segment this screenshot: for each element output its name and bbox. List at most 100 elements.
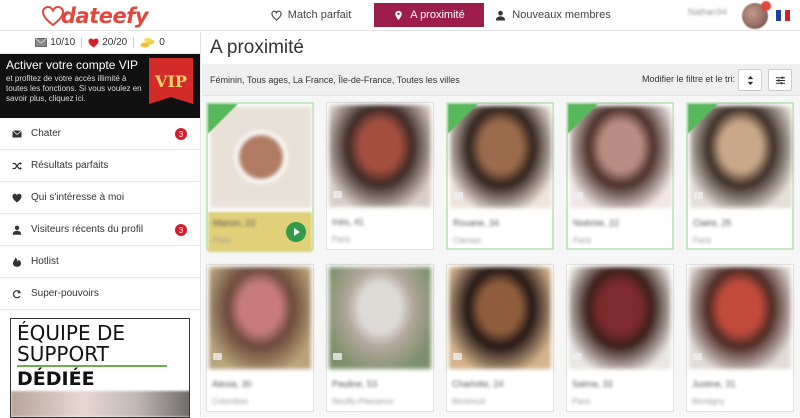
sidebar-menu: Chater 3 Résultats parfaits Qui s'intére… [0,118,200,310]
profile-city: Paris [213,236,232,245]
heart-icon [12,193,22,202]
profile-photo[interactable] [569,267,671,369]
camera-icon [454,192,463,199]
sidebar-item-super-pouvoirs[interactable]: Super-pouvoirs [0,278,200,310]
profile-city: Neuilly-Plaisance [332,397,394,406]
nav-label: A proximité [410,9,465,21]
profile-card[interactable]: Inès, 41 Paris [326,102,434,250]
new-member-ribbon [448,104,478,134]
nav-nouveaux-membres[interactable]: Nouveaux membres [492,3,614,27]
profile-name: Charlotte, 24 [452,379,504,389]
nav-match-parfait[interactable]: Match parfait [255,3,367,27]
nav-a-proximite[interactable]: A proximité [374,3,484,27]
sidebar-item-label: Super-pouvoirs [31,288,99,299]
sidebar-item-chater[interactable]: Chater 3 [0,118,200,150]
logo-text: dateefy [61,4,149,28]
play-icon[interactable] [286,222,306,242]
profile-card[interactable]: Pauline, 53 Neuilly-Plaisance [326,264,434,412]
camera-icon [333,191,342,198]
profile-card[interactable]: Alexia, 30 Colombes [206,264,314,412]
profile-photo[interactable] [329,267,431,369]
french-flag-icon[interactable] [776,10,791,21]
profile-card[interactable]: Claire, 25 Paris [686,102,794,250]
profile-city: Montreuil [452,397,485,406]
like-stat[interactable]: 20/20 [82,37,135,48]
heart-icon [88,37,99,48]
profile-photo[interactable] [449,267,551,369]
person-icon [496,10,506,21]
stat-value: 10/10 [50,37,76,48]
camera-icon [573,353,582,360]
profile-card[interactable]: Manon, 22 Paris [206,102,314,252]
refresh-icon [12,289,21,298]
profile-city: Paris [573,236,592,245]
profile-card[interactable]: Justine, 31 Montigny [686,264,794,412]
profile-name: Salma, 33 [572,379,613,389]
stats-bar: 10/10 20/20 0 [0,32,200,54]
profile-name: Roxane, 34 [453,218,500,228]
profile-card[interactable]: Roxane, 34 Clamart [446,102,554,250]
person-icon [12,225,22,235]
envelope-icon [12,129,22,137]
sidebar-item-visiteurs[interactable]: Visiteurs récents du profil 3 [0,214,200,246]
sidebar-item-label: Qui s'intéresse à moi [31,192,125,203]
profile-city: Colombes [212,397,249,406]
main-content: A proximité Féminin, Tous ages, La Franc… [202,32,800,417]
stat-value: 20/20 [102,37,128,48]
sidebar-item-hotlist[interactable]: Hotlist [0,246,200,278]
dateefy-logo[interactable]: dateefy [42,4,149,28]
profile-city: Paris [693,236,712,245]
sort-icon [747,75,753,85]
sidebar-item-qui-sinteresse[interactable]: Qui s'intéresse à moi [0,182,200,214]
camera-icon [694,192,703,199]
profile-city: Montigny [692,397,725,406]
stat-value: 0 [159,37,165,48]
shuffle-icon [12,161,22,170]
filter-settings-button[interactable] [768,69,792,91]
profile-name: Manon, 22 [213,218,256,228]
camera-icon [574,192,583,199]
profile-name: Inès, 41 [332,217,365,227]
vip-banner[interactable]: Activer votre compte VIP et profitez de … [0,54,200,118]
sidebar-item-label: Résultats parfaits [31,160,109,171]
profile-city: Clamart [453,236,482,245]
profile-card[interactable]: Salma, 33 Paris [566,264,674,412]
username[interactable]: Nathan94 [688,7,727,17]
profile-card[interactable]: Charlotte, 24 Montreuil [446,264,554,412]
profile-name: Alexia, 30 [212,379,252,389]
top-bar: dateefy Match parfait A proximité Nouvea… [0,0,800,31]
unread-count-badge: 3 [175,128,187,140]
flame-icon [13,257,21,267]
page-title: A proximité [202,32,800,64]
profile-city: Paris [332,235,351,244]
vip-text: et profitez de votre accès illimité à to… [6,74,142,103]
new-member-ribbon [208,104,238,134]
sidebar: 10/10 20/20 0 Activer votre compte VIP e… [0,32,201,418]
coins-icon [140,37,155,48]
profile-city: Paris [572,397,591,406]
sidebar-item-resultats-parfaits[interactable]: Résultats parfaits [0,150,200,182]
camera-icon [453,353,462,360]
profile-photo[interactable] [209,267,311,369]
message-stat[interactable]: 10/10 [29,37,83,48]
vip-badge: VIP [149,58,193,104]
sort-button[interactable] [738,69,762,91]
profile-card[interactable]: Noémie, 22 Paris [566,102,674,250]
coin-stat[interactable]: 0 [134,37,171,48]
support-banner[interactable]: ÉQUIPE DE SUPPORT DÉDIÉE [10,318,190,418]
camera-icon [333,353,342,360]
profile-photo[interactable] [329,105,431,207]
location-pin-icon [395,10,402,20]
camera-icon [213,353,222,360]
sidebar-item-label: Hotlist [31,256,59,267]
filter-action-label: Modifier le filtre et le tri: [641,74,735,84]
profile-name: Pauline, 53 [332,379,378,389]
profile-photo[interactable] [689,267,791,369]
sliders-icon [775,76,785,84]
avatar[interactable] [742,1,771,29]
filter-bar: Féminin, Tous ages, La France, Île-de-Fr… [202,64,800,96]
new-member-ribbon [568,104,598,134]
visitor-count-badge: 3 [175,224,187,236]
profile-name: Justine, 31 [692,379,736,389]
sidebar-item-label: Chater [31,128,62,139]
